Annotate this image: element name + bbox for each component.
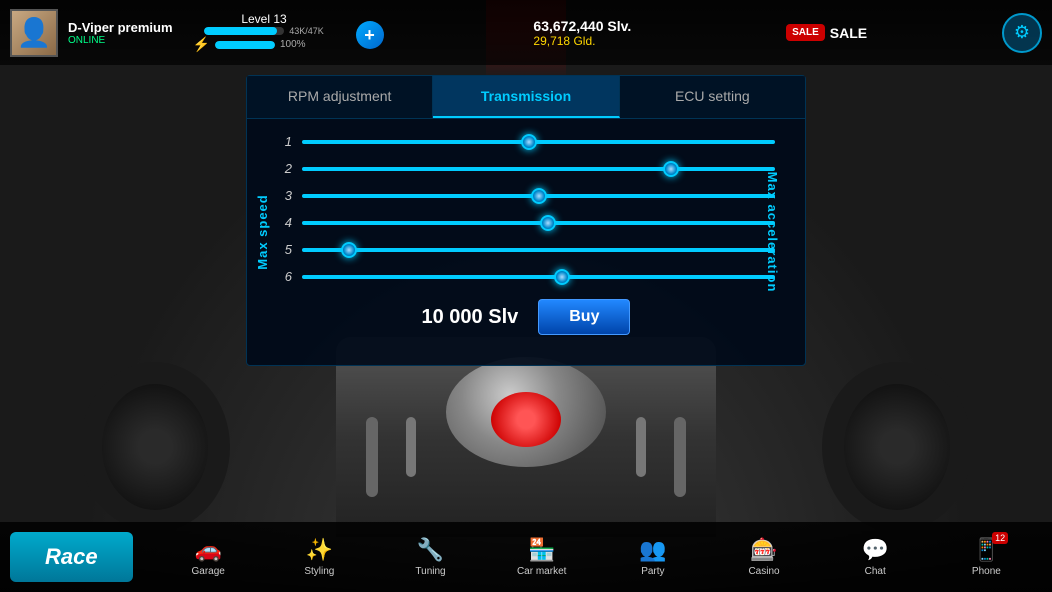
xp-fill [204,27,277,35]
styling-label: Styling [304,566,334,577]
party-label: Party [641,566,664,577]
sale-text: SALE [830,25,867,41]
slider-track-4[interactable] [302,221,775,225]
nav-items: 🚗 Garage ✨ Styling 🔧 Tuning 🏪 Car market… [153,537,1042,577]
header: 👤 D-Viper premium ONLINE Level 13 43K/47… [0,0,1052,65]
silver-amount: 63,672,440 Slv. [533,18,631,34]
tuning-label: Tuning [415,566,445,577]
engine-block [336,337,716,537]
gear-row-3: 3 [277,188,775,203]
settings-button[interactable]: ⚙ [1002,13,1042,53]
tire-left [80,362,230,532]
tab-rpm-adjustment[interactable]: RPM adjustment [247,76,433,118]
slider-track-6[interactable] [302,275,775,279]
avatar: 👤 [10,9,58,57]
tab-ecu-setting[interactable]: ECU setting [620,76,805,118]
chat-label: Chat [865,566,886,577]
slider-thumb-4[interactable] [540,215,556,231]
nav-item-car-market[interactable]: 🏪 Car market [512,537,572,577]
casino-label: Casino [748,566,779,577]
gear-label-5: 5 [277,242,292,257]
slider-thumb-6[interactable] [554,269,570,285]
car-market-icon: 🏪 [528,537,555,563]
tab-transmission[interactable]: Transmission [433,76,619,118]
gear-label-6: 6 [277,269,292,284]
hp-icon: ⚡ [193,36,210,53]
buy-button[interactable]: Buy [538,299,630,335]
slider-track-1[interactable] [302,140,775,144]
slider-track-5[interactable] [302,248,775,252]
level-section: Level 13 43K/47K ⚡ 100% [193,12,336,53]
add-currency-button[interactable]: + [356,21,384,49]
nav-item-chat[interactable]: 💬 Chat [845,537,905,577]
gear-row-5: 5 [277,242,775,257]
panel-content: Max speed Max acceleration 1 2 3 4 [247,119,805,345]
hp-text: 100% [280,39,306,50]
player-info: D-Viper premium ONLINE [68,20,173,46]
slider-thumb-5[interactable] [341,242,357,258]
garage-label: Garage [191,566,224,577]
party-icon: 👥 [639,537,666,563]
slider-thumb-3[interactable] [531,188,547,204]
phone-badge: 12 [992,532,1008,544]
pipe-left [366,417,378,497]
sale-badge: SALE [786,24,825,41]
phone-label: Phone [972,566,1001,577]
garage-icon: 🚗 [194,537,221,563]
price-label: 10 000 Slv [422,306,519,329]
gear-label-2: 2 [277,161,292,176]
slider-track-3[interactable] [302,194,775,198]
nav-item-phone[interactable]: 📱 12 Phone [956,537,1016,577]
gear-row-6: 6 [277,269,775,284]
slider-thumb-2[interactable] [663,161,679,177]
styling-icon: ✨ [306,537,333,563]
nav-item-party[interactable]: 👥 Party [623,537,683,577]
nav-item-casino[interactable]: 🎰 Casino [734,537,794,577]
gear-row-4: 4 [277,215,775,230]
nav-item-tuning[interactable]: 🔧 Tuning [401,537,461,577]
pipe-right [674,417,686,497]
side-label-max-speed: Max speed [255,194,270,269]
hp-fill [215,41,275,49]
gear-label-3: 3 [277,188,292,203]
air-filter [491,392,561,447]
xp-bar-container: 43K/47K [204,26,324,36]
gold-amount: 29,718 Gld. [533,34,631,48]
chat-icon: 💬 [862,537,889,563]
xp-text: 43K/47K [289,26,324,36]
nav-item-styling[interactable]: ✨ Styling [289,537,349,577]
tabs: RPM adjustment Transmission ECU setting [247,76,805,119]
main-panel: RPM adjustment Transmission ECU setting … [246,75,806,366]
tuning-icon: 🔧 [417,537,444,563]
bottom-navigation: Race 🚗 Garage ✨ Styling 🔧 Tuning 🏪 Car m… [0,522,1052,592]
hp-section: ⚡ 100% [193,36,306,53]
pipe-2 [406,417,416,477]
gear-row-2: 2 [277,161,775,176]
race-button[interactable]: Race [10,532,133,582]
tire-right [822,362,972,532]
gear-row-1: 1 [277,134,775,149]
level-label: Level 13 [241,12,286,26]
gear-label-1: 1 [277,134,292,149]
gear-label-4: 4 [277,215,292,230]
player-status: ONLINE [68,35,173,46]
buy-section: 10 000 Slv Buy [277,299,775,335]
sale-group: SALE SALE [786,24,867,41]
pipe-3 [636,417,646,477]
nav-item-garage[interactable]: 🚗 Garage [178,537,238,577]
casino-icon: 🎰 [750,537,777,563]
currency-section: 63,672,440 Slv. 29,718 Gld. [533,18,631,48]
slider-track-2[interactable] [302,167,775,171]
car-market-label: Car market [517,566,566,577]
xp-bar [204,27,284,35]
hp-bar [215,41,275,49]
player-name: D-Viper premium [68,20,173,35]
slider-thumb-1[interactable] [521,134,537,150]
